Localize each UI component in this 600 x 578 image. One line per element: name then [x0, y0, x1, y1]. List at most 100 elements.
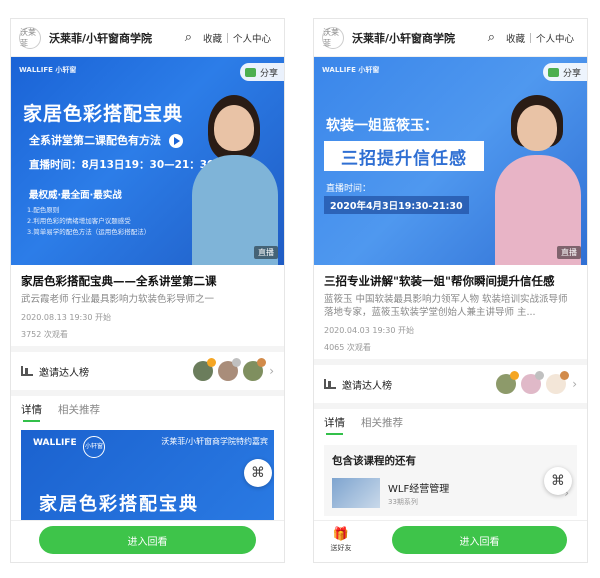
share-label: 分享 — [562, 68, 581, 79]
banner-brand: WALLIFE 小轩窗 — [19, 66, 77, 74]
live-badge: 直播 — [557, 246, 581, 259]
leaderboard-icon — [324, 379, 336, 389]
banner-brand: WALLIFE 小轩窗 — [322, 66, 380, 74]
tab-bar: 详情 相关推荐 — [11, 396, 284, 424]
rank-badge — [207, 358, 217, 367]
course-info: 家居色彩搭配宝典——全系讲堂第二课 武云霞老师 行业最具影响力软装色彩导师之一 … — [11, 265, 284, 346]
course-banner[interactable]: WALLIFE 小轩窗 分享 软装一姐蓝筱玉： 三招提升信任感 直播时间： 20… — [314, 57, 587, 265]
phone-left: 沃莱菲 沃莱菲/小轩窗商学院 ⌕ 收藏 个人中心 WALLIFE 小轩窗 分享 … — [10, 18, 285, 563]
course-info: 三招专业讲解"软装一姐"帮你瞬间提升信任感 蓝筱玉 中国软装最具影响力领军人物 … — [314, 265, 587, 359]
course-desc: 蓝筱玉 中国软装最具影响力领军人物 软装培训实战派导师 落地专家，蓝筱玉软装学堂… — [324, 294, 568, 318]
live-badge: 直播 — [254, 246, 278, 259]
top-bar: 沃莱菲 沃莱菲/小轩窗商学院 ⌕ 收藏 个人中心 — [314, 19, 587, 57]
detail-title: 家居色彩搭配宝典 — [39, 494, 199, 515]
invite-leaderboard[interactable]: 邀请达人榜 › — [314, 365, 587, 403]
share-icon — [547, 67, 559, 77]
tab-related[interactable]: 相关推荐 — [58, 396, 100, 424]
rank-badge — [510, 371, 520, 380]
rank-badge — [232, 358, 242, 367]
avatar — [546, 371, 570, 394]
grid-icon: ⌘ — [251, 465, 265, 481]
tab-detail[interactable]: 详情 — [324, 409, 345, 437]
play-icon[interactable] — [168, 134, 183, 148]
outline-line: 2.利用色彩的情绪增加客户议题感受 — [27, 217, 131, 225]
speaker-face — [214, 105, 254, 151]
outline-line: 3.简单易学的配色方法（运用色彩搭配法） — [27, 228, 151, 236]
replay-button[interactable]: 进入回看 — [392, 526, 567, 554]
search-icon[interactable]: ⌕ — [488, 30, 495, 45]
invite-label: 邀请达人榜 — [342, 380, 392, 392]
phone-right: 沃莱菲 沃莱菲/小轩窗商学院 ⌕ 收藏 个人中心 WALLIFE 小轩窗 分享 … — [313, 18, 588, 563]
banner-tags: 最权威·最全面·最实战 — [29, 190, 122, 201]
rank-badge — [560, 371, 570, 380]
speaker-photo — [487, 95, 587, 265]
banner-subtitle: 全系讲堂第二课配色有方法 — [29, 132, 183, 148]
detail-brand: WALLIFE — [33, 438, 77, 448]
series-text: WLF经营管理 33期系列 — [388, 480, 449, 507]
personal-center-link[interactable]: 个人中心 — [531, 31, 579, 45]
share-icon — [244, 67, 256, 77]
replay-button[interactable]: 进入回看 — [39, 526, 256, 554]
grid-icon: ⌘ — [551, 473, 565, 489]
series-heading: 包含该课程的还有 — [332, 455, 416, 467]
rank-badge — [535, 371, 545, 380]
leaderboard-icon — [21, 366, 33, 376]
brand-logo: 沃莱菲 — [322, 26, 344, 49]
tab-related[interactable]: 相关推荐 — [361, 409, 403, 437]
outline-line: 1.配色原则 — [27, 206, 60, 214]
avatar — [218, 358, 242, 381]
avatar — [193, 358, 217, 381]
course-banner[interactable]: WALLIFE 小轩窗 分享 家居色彩搭配宝典 全系讲堂第二课配色有方法 直播时… — [11, 57, 284, 265]
banner-kicker: 软装一姐蓝筱玉： — [326, 118, 438, 134]
send-friend-button[interactable]: 🎁 送好友 — [328, 527, 354, 553]
app-title: 沃莱菲/小轩窗商学院 — [352, 31, 456, 45]
brand-logo: 沃莱菲 — [19, 26, 41, 49]
course-views: 3752 次观看 — [21, 330, 68, 339]
gift-icon: 🎁 — [332, 527, 350, 542]
series-section: 包含该课程的还有 WLF经营管理 33期系列 › — [324, 445, 577, 516]
banner-outline: 1.配色原则 2.利用色彩的情绪增加客户议题感受 3.简单易学的配色方法（运用色… — [27, 205, 150, 238]
course-title: 家居色彩搭配宝典——全系讲堂第二课 — [21, 274, 217, 288]
detail-chain: 沃莱菲/小轩窗商学院特约嘉宾 — [161, 437, 268, 446]
speaker-face — [517, 105, 557, 151]
tab-bar: 详情 相关推荐 — [314, 409, 587, 437]
avatar — [496, 371, 520, 394]
series-name: WLF经营管理 — [388, 483, 450, 495]
series-thumbnail — [332, 478, 380, 508]
favorite-link[interactable]: 收藏 — [501, 31, 530, 45]
top-bar: 沃莱菲 沃莱菲/小轩窗商学院 ⌕ 收藏 个人中心 — [11, 19, 284, 57]
send-friend-label: 送好友 — [330, 544, 352, 552]
course-date: 2020.08.13 19:30 开始 — [21, 313, 111, 322]
banner-time-label: 直播时间： — [326, 184, 372, 194]
chevron-right-icon[interactable]: › — [269, 364, 274, 378]
series-item[interactable]: WLF经营管理 33期系列 › — [332, 478, 569, 508]
tab-detail[interactable]: 详情 — [21, 396, 42, 424]
speaker-photo — [184, 95, 284, 265]
grid-menu-button[interactable]: ⌘ — [244, 459, 272, 487]
avatar — [521, 371, 545, 394]
course-desc: 武云霞老师 行业最具影响力软装色彩导师之一 — [21, 294, 215, 305]
course-views: 4065 次观看 — [324, 343, 371, 352]
banner-time: 2020年4月3日19:30-21:30 — [324, 196, 469, 214]
series-sub: 33期系列 — [388, 497, 418, 506]
share-button[interactable]: 分享 — [239, 63, 284, 81]
detail-image: WALLIFE 小轩窗 沃莱菲/小轩窗商学院特约嘉宾 家居色彩搭配宝典 — [21, 430, 274, 522]
detail-brand-logo: 小轩窗 — [83, 436, 105, 458]
course-title: 三招专业讲解"软装一姐"帮你瞬间提升信任感 — [324, 274, 555, 288]
app-title: 沃莱菲/小轩窗商学院 — [49, 31, 153, 45]
favorite-link[interactable]: 收藏 — [198, 31, 227, 45]
grid-menu-button[interactable]: ⌘ — [544, 467, 572, 495]
invite-label: 邀请达人榜 — [39, 367, 89, 379]
chevron-right-icon[interactable]: › — [572, 377, 577, 391]
rank-badge — [257, 358, 267, 367]
banner-title: 家居色彩搭配宝典 — [23, 103, 184, 125]
avatar — [243, 358, 267, 381]
search-icon[interactable]: ⌕ — [185, 30, 192, 45]
share-label: 分享 — [259, 68, 278, 79]
course-date: 2020.04.03 19:30 开始 — [324, 326, 414, 335]
invite-leaderboard[interactable]: 邀请达人榜 › — [11, 352, 284, 390]
share-button[interactable]: 分享 — [542, 63, 587, 81]
personal-center-link[interactable]: 个人中心 — [228, 31, 276, 45]
banner-title: 三招提升信任感 — [324, 141, 484, 171]
banner-subtitle-text: 全系讲堂第二课配色有方法 — [29, 134, 161, 147]
